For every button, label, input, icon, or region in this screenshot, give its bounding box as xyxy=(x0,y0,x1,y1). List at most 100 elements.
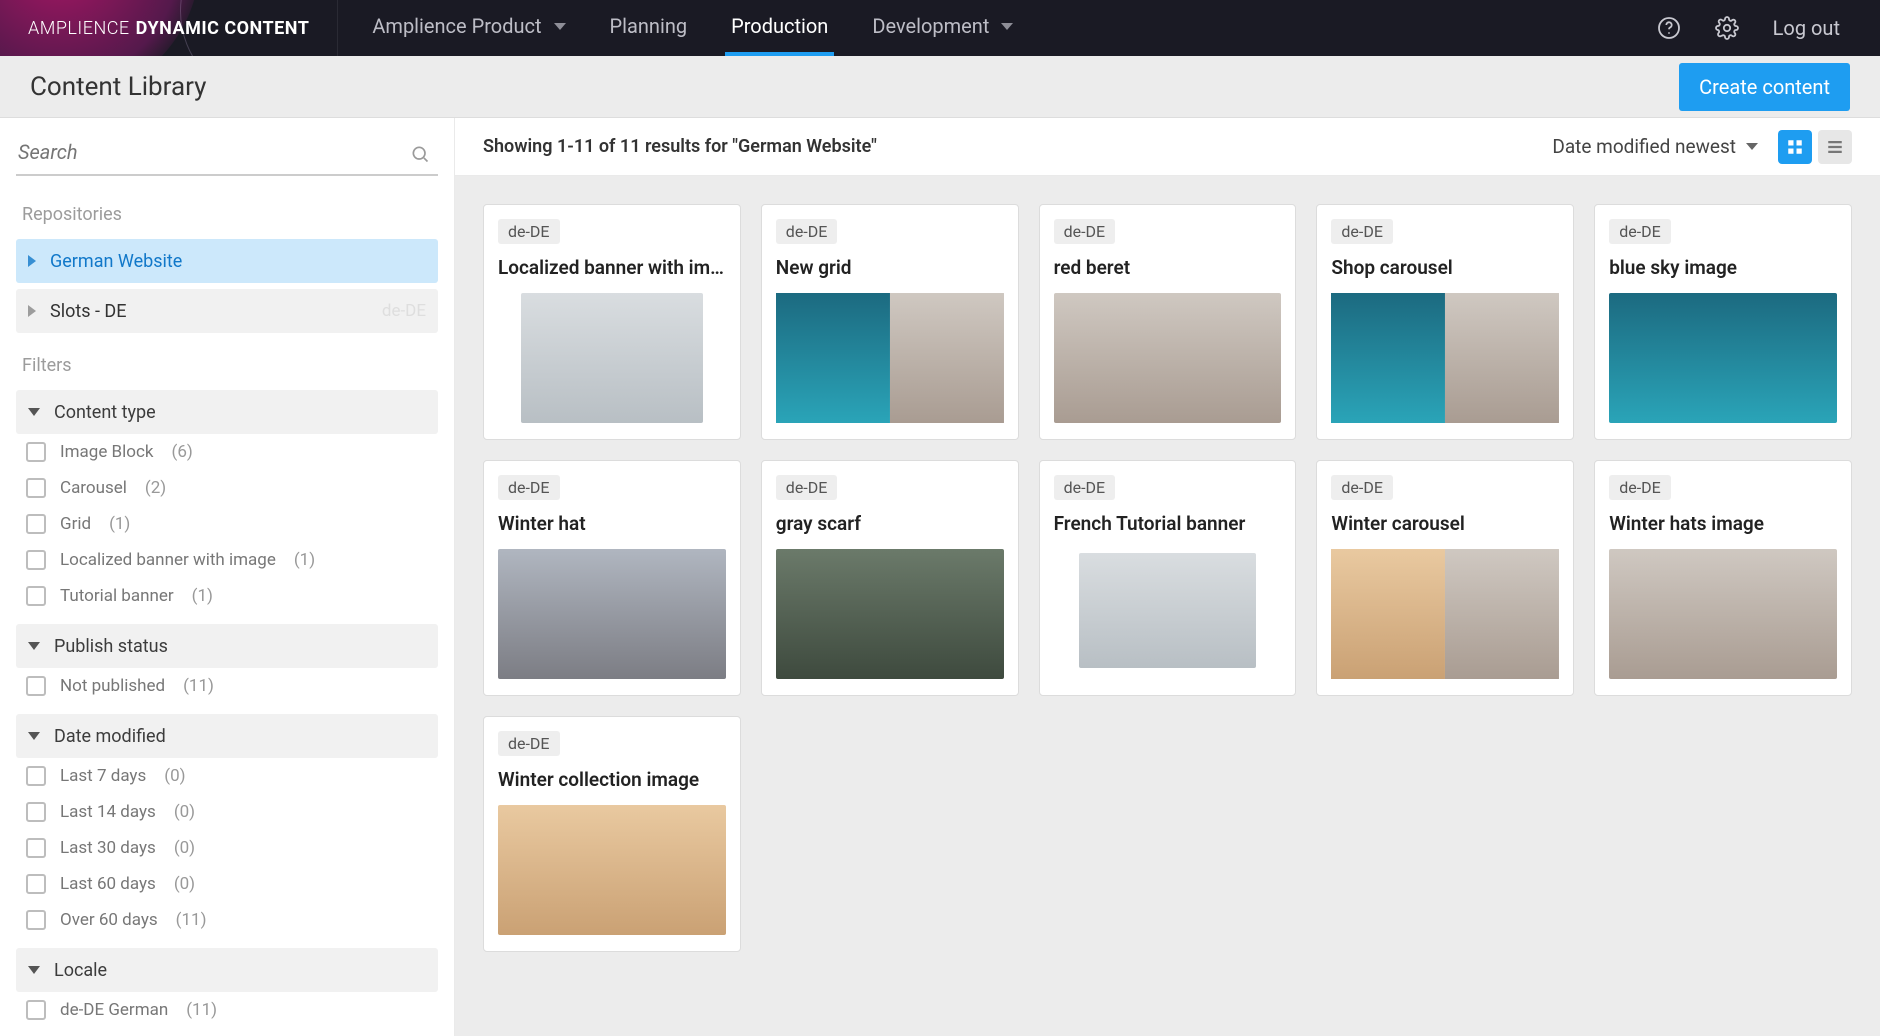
content-card[interactable]: de-DE blue sky image xyxy=(1594,204,1852,440)
card-title: Winter hat xyxy=(498,512,726,535)
content-card[interactable]: de-DE New grid xyxy=(761,204,1019,440)
locale-badge: de-DE xyxy=(776,219,838,244)
locale-badge: de-DE xyxy=(1331,219,1393,244)
check-count: (0) xyxy=(174,802,195,822)
create-content-button[interactable]: Create content xyxy=(1679,63,1850,111)
locale-badge: de-DE xyxy=(498,219,560,244)
filter-not-published[interactable]: Not published(11) xyxy=(16,668,438,704)
locale-badge: de-DE xyxy=(1054,219,1116,244)
check-count: (0) xyxy=(164,766,185,786)
filter-date-modified[interactable]: Date modified xyxy=(16,714,438,758)
filter-last-7[interactable]: Last 7 days (0) xyxy=(16,758,438,794)
brand-bold: DYNAMIC CONTENT xyxy=(136,18,310,39)
filter-publish-status[interactable]: Publish status xyxy=(16,624,438,668)
content-card[interactable]: de-DE red beret xyxy=(1039,204,1297,440)
content-card[interactable]: de-DE French Tutorial banner xyxy=(1039,460,1297,696)
sidebar: Repositories German Website Slots - DE d… xyxy=(0,118,455,1036)
filter-image-block[interactable]: Image Block(6) xyxy=(16,434,438,470)
checkbox-icon xyxy=(26,514,46,534)
repositories-label: Repositories xyxy=(22,204,438,225)
content-card[interactable]: de-DE Winter hats image xyxy=(1594,460,1852,696)
content-card[interactable]: de-DE Winter collection image xyxy=(483,716,741,952)
card-thumbnail xyxy=(1054,293,1282,423)
check-label: Last 7 days xyxy=(60,766,146,786)
checkbox-icon xyxy=(26,766,46,786)
settings-icon[interactable] xyxy=(1715,16,1739,40)
card-thumbnail xyxy=(498,805,726,935)
repo-german-website[interactable]: German Website xyxy=(16,239,438,283)
nav-development[interactable]: Development xyxy=(866,0,1019,56)
checkbox-icon xyxy=(26,550,46,570)
top-nav: AMPLIENCE DYNAMIC CONTENT Amplience Prod… xyxy=(0,0,1880,56)
check-count: (2) xyxy=(145,478,166,498)
repo-slots-de[interactable]: Slots - DE de-DE xyxy=(16,289,438,333)
chevron-right-icon xyxy=(28,255,36,267)
filter-locale[interactable]: Locale xyxy=(16,948,438,992)
card-title: red beret xyxy=(1054,256,1282,279)
locale-badge: de-DE xyxy=(1609,475,1671,500)
nav-amplience-product[interactable]: Amplience Product xyxy=(366,0,571,56)
card-thumbnail xyxy=(776,549,1004,679)
checkbox-icon xyxy=(26,838,46,858)
logout-link[interactable]: Log out xyxy=(1773,16,1840,40)
card-thumbnail xyxy=(1609,293,1837,423)
list-view-button[interactable] xyxy=(1818,130,1852,164)
filter-tutorial-banner[interactable]: Tutorial banner(1) xyxy=(16,578,438,614)
check-label: Last 60 days xyxy=(60,874,156,894)
help-icon[interactable] xyxy=(1657,16,1681,40)
locale-badge: de-DE xyxy=(1054,475,1116,500)
filter-last-30[interactable]: Last 30 days(0) xyxy=(16,830,438,866)
chevron-down-icon xyxy=(1001,23,1013,30)
content-card[interactable]: de-DE Winter carousel xyxy=(1316,460,1574,696)
repo-label: German Website xyxy=(50,251,182,272)
page-title: Content Library xyxy=(30,72,206,102)
check-count: (6) xyxy=(172,442,193,462)
filter-over-60[interactable]: Over 60 days(11) xyxy=(16,902,438,938)
filter-localized-banner[interactable]: Localized banner with image(1) xyxy=(16,542,438,578)
brand: AMPLIENCE DYNAMIC CONTENT xyxy=(0,0,338,56)
check-label: Grid xyxy=(60,514,91,534)
repo-label: Slots - DE xyxy=(50,301,126,322)
search-input[interactable] xyxy=(18,140,436,164)
filter-last-14[interactable]: Last 14 days(0) xyxy=(16,794,438,830)
locale-badge: de-DE xyxy=(498,731,560,756)
search-icon xyxy=(410,144,430,168)
checkbox-icon xyxy=(26,586,46,606)
filter-title: Locale xyxy=(54,960,107,981)
filter-content-type[interactable]: Content type xyxy=(16,390,438,434)
checkbox-icon xyxy=(26,676,46,696)
nav-planning[interactable]: Planning xyxy=(604,0,694,56)
check-count: (0) xyxy=(174,874,195,894)
grid-view-button[interactable] xyxy=(1778,130,1812,164)
content-card[interactable]: de-DE Localized banner with im… xyxy=(483,204,741,440)
check-label: Over 60 days xyxy=(60,910,158,930)
checkbox-icon xyxy=(26,910,46,930)
filter-carousel[interactable]: Carousel (2) xyxy=(16,470,438,506)
card-title: New grid xyxy=(776,256,1004,279)
card-thumbnail xyxy=(776,293,1004,423)
card-title: blue sky image xyxy=(1609,256,1837,279)
card-thumbnail xyxy=(1331,549,1559,679)
content-card[interactable]: de-DE gray scarf xyxy=(761,460,1019,696)
content-card[interactable]: de-DE Winter hat xyxy=(483,460,741,696)
content-card[interactable]: de-DE Shop carousel xyxy=(1316,204,1574,440)
filter-last-60[interactable]: Last 60 days (0) xyxy=(16,866,438,902)
check-count: (0) xyxy=(174,838,195,858)
check-label: Localized banner with image xyxy=(60,550,276,570)
nav-production[interactable]: Production xyxy=(725,0,834,56)
filter-locale-de[interactable]: de-DE German(11) xyxy=(16,992,438,1028)
content-grid: de-DE Localized banner with im… de-DE Ne… xyxy=(455,176,1880,1036)
card-thumbnail xyxy=(521,293,703,423)
sort-dropdown[interactable]: Date modified newest xyxy=(1552,135,1758,158)
brand-thin: AMPLIENCE xyxy=(28,18,130,39)
filters-label: Filters xyxy=(22,355,438,376)
locale-badge: de-DE xyxy=(776,475,838,500)
check-label: Not published xyxy=(60,676,165,696)
checkbox-icon xyxy=(26,802,46,822)
filter-grid[interactable]: Grid (1) xyxy=(16,506,438,542)
chevron-right-icon xyxy=(28,305,36,317)
check-label: Carousel xyxy=(60,478,127,498)
check-count: (1) xyxy=(109,514,130,534)
filter-title: Date modified xyxy=(54,726,166,747)
card-title: Winter hats image xyxy=(1609,512,1837,535)
